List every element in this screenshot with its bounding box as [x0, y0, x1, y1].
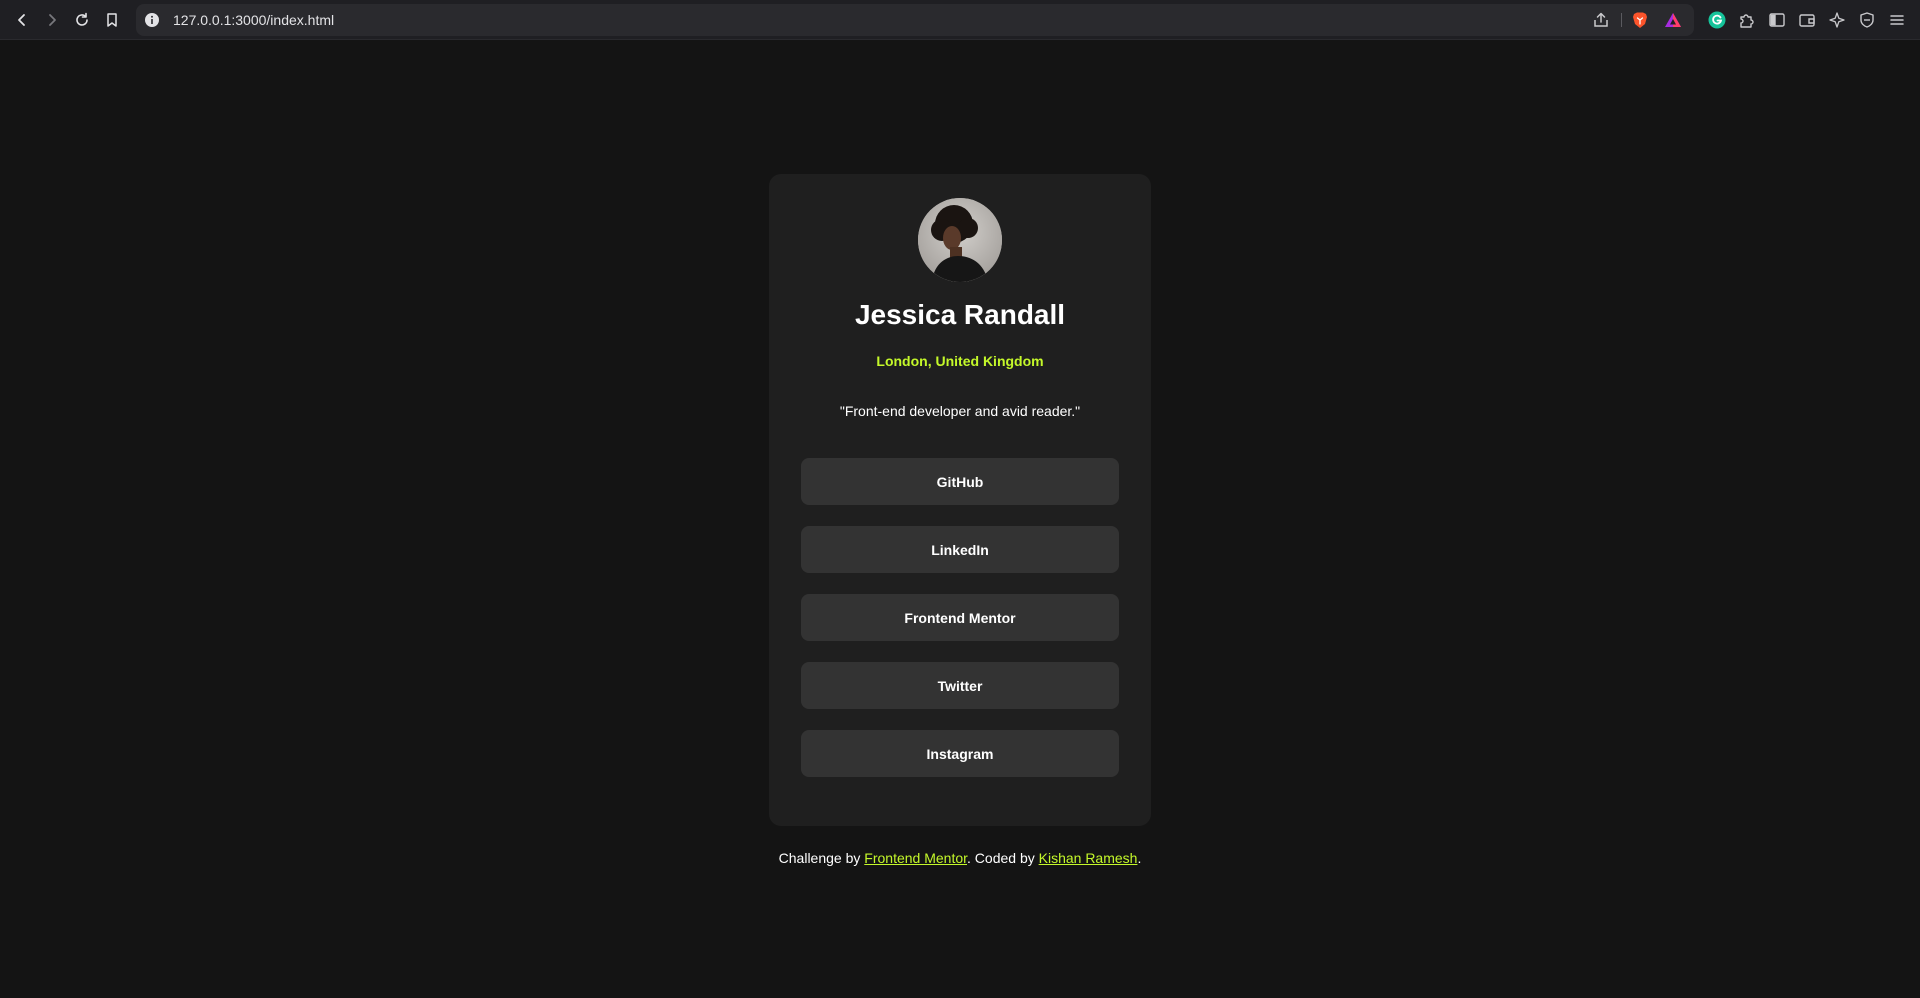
frontend-mentor-button[interactable]: Frontend Mentor	[801, 594, 1119, 641]
attribution-middle: . Coded by	[967, 850, 1039, 866]
bookmark-icon[interactable]	[100, 8, 124, 32]
url-text[interactable]: 127.0.0.1:3000/index.html	[173, 4, 334, 36]
info-icon[interactable]	[144, 12, 160, 28]
leo-ai-icon[interactable]	[1828, 11, 1846, 29]
attribution-suffix: .	[1137, 850, 1142, 866]
attribution-prefix: Challenge by	[778, 850, 865, 866]
puzzle-icon[interactable]	[1738, 11, 1756, 29]
attribution: Challenge by Frontend Mentor. Coded by K…	[0, 849, 1920, 867]
toolbar-divider	[1621, 13, 1622, 27]
frontend-mentor-link[interactable]: Frontend Mentor	[864, 850, 967, 866]
sidebar-icon[interactable]	[1768, 11, 1786, 29]
profile-location: London, United Kingdom	[876, 353, 1044, 369]
instagram-button[interactable]: Instagram	[801, 730, 1119, 777]
profile-bio: "Front-end developer and avid reader."	[839, 403, 1081, 419]
grammarly-icon[interactable]	[1708, 11, 1726, 29]
twitter-button[interactable]: Twitter	[801, 662, 1119, 709]
browser-toolbar: 127.0.0.1:3000/index.html	[0, 0, 1920, 40]
address-bar[interactable]: 127.0.0.1:3000/index.html	[136, 4, 1694, 36]
author-link[interactable]: Kishan Ramesh	[1039, 850, 1138, 866]
github-button[interactable]: GitHub	[801, 458, 1119, 505]
brave-rewards-triangle-icon[interactable]	[1664, 11, 1682, 29]
back-arrow-icon[interactable]	[10, 8, 34, 32]
avatar	[918, 198, 1002, 282]
reload-icon[interactable]	[70, 8, 94, 32]
hamburger-menu-icon[interactable]	[1888, 11, 1906, 29]
profile-card: Jessica Randall London, United Kingdom "…	[769, 174, 1151, 826]
vpn-shield-icon[interactable]	[1858, 11, 1876, 29]
linkedin-button[interactable]: LinkedIn	[801, 526, 1119, 573]
wallet-icon[interactable]	[1798, 11, 1816, 29]
profile-name: Jessica Randall	[854, 299, 1066, 330]
forward-arrow-icon[interactable]	[40, 8, 64, 32]
share-icon[interactable]	[1592, 11, 1610, 29]
brave-lion-icon[interactable]	[1631, 11, 1649, 29]
